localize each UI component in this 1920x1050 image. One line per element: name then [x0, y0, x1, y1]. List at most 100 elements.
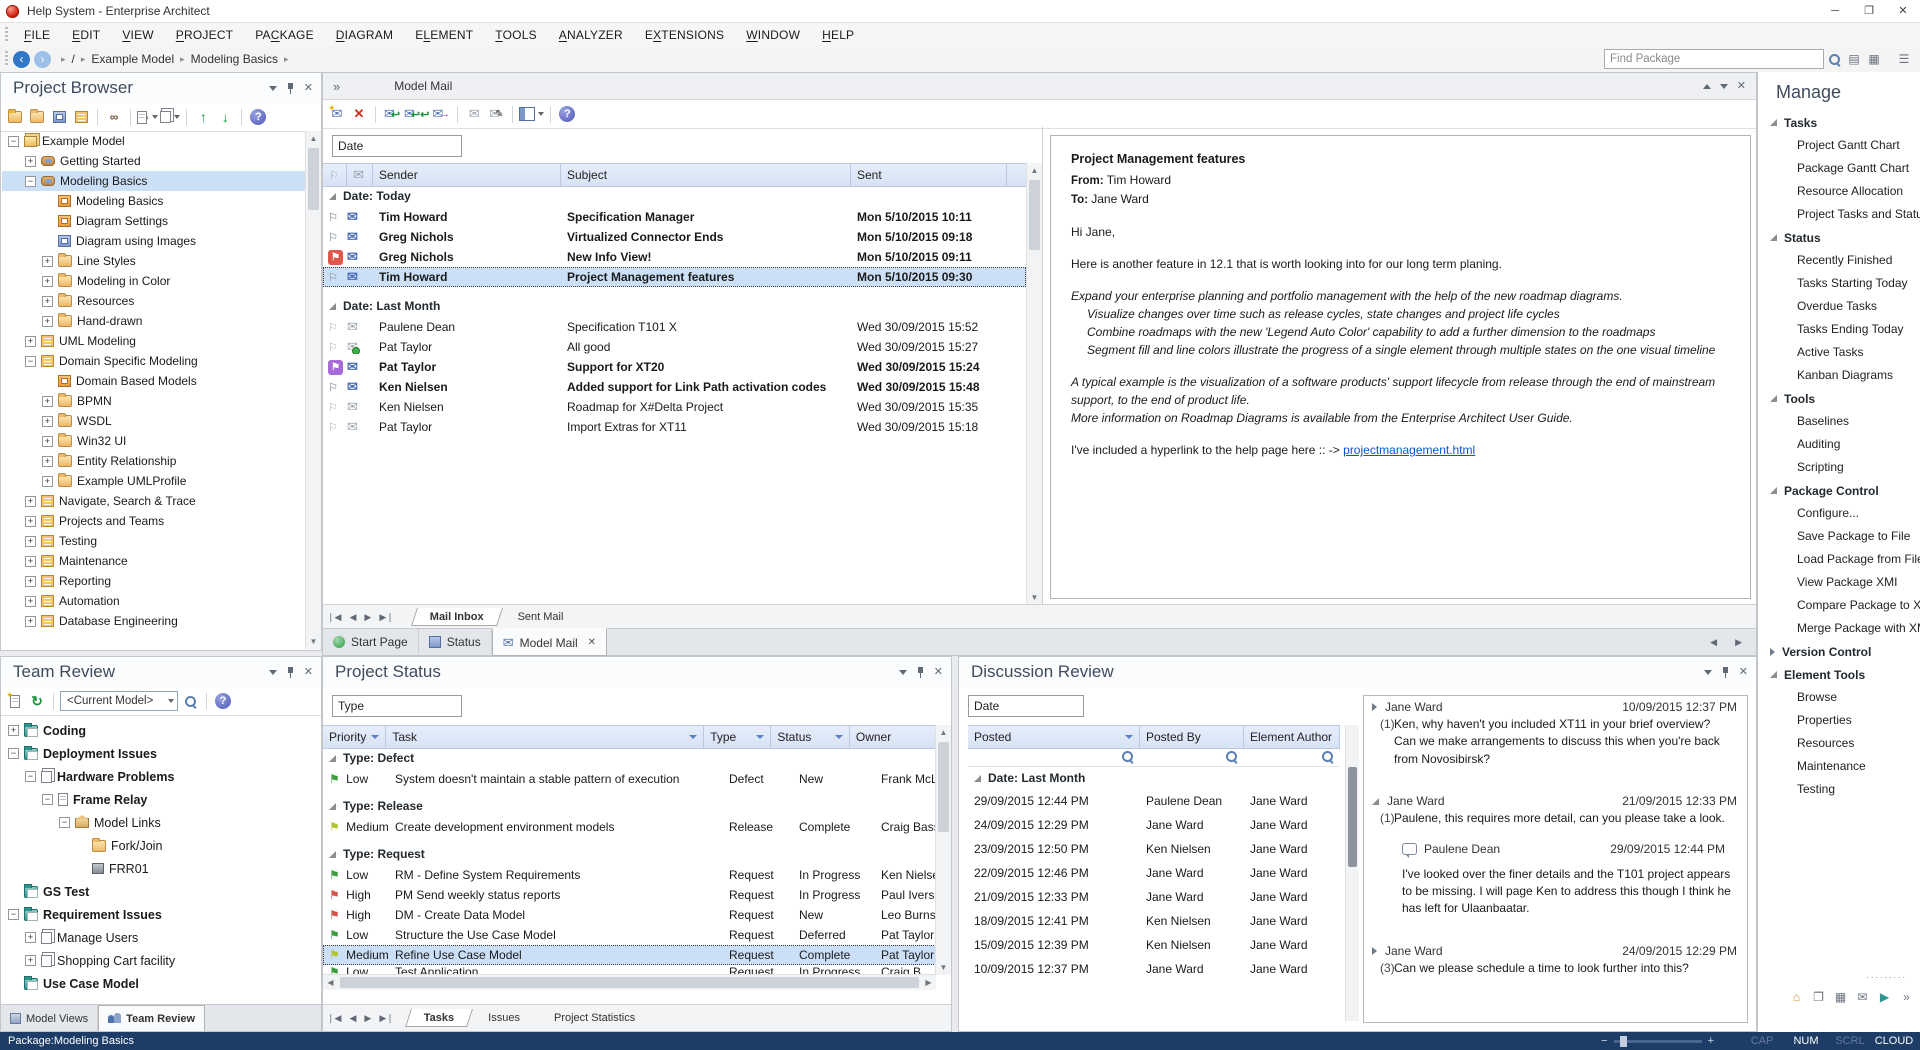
- subject-column-header[interactable]: Subject: [561, 164, 851, 186]
- tree-expander-icon[interactable]: +: [25, 576, 36, 587]
- manage-section-tools[interactable]: Tools: [1758, 387, 1920, 410]
- manage-item-recently-finished[interactable]: Recently Finished: [1758, 249, 1920, 272]
- panel-menu-icon[interactable]: [1720, 84, 1728, 89]
- manage-item-project-tasks-and-status[interactable]: Project Tasks and Status: [1758, 203, 1920, 226]
- new-diagram-icon[interactable]: [49, 106, 69, 128]
- sender-column-header[interactable]: Sender: [373, 164, 561, 186]
- tree-item[interactable]: +Navigate, Search & Trace: [2, 491, 305, 511]
- flag-column-header[interactable]: ⚐: [323, 164, 347, 186]
- menu-edit[interactable]: EDIT: [61, 28, 111, 42]
- mail-row[interactable]: ⚐✉Pat TaylorImport Extras for XT11Wed 30…: [323, 417, 1026, 437]
- thread-post-header[interactable]: Jane Ward10/09/2015 12:37 PM: [1364, 696, 1747, 716]
- windows-icon[interactable]: ❐: [1810, 988, 1827, 1005]
- mail-list-scrollbar[interactable]: ▲ ▼: [1026, 163, 1042, 605]
- first-tab-icon[interactable]: ❘◀: [323, 1013, 345, 1024]
- tree-item[interactable]: −Example Model: [2, 131, 305, 151]
- collapse-tabs-icon[interactable]: »: [333, 79, 340, 94]
- new-element-icon[interactable]: [71, 106, 91, 128]
- manage-section-tasks[interactable]: Tasks: [1758, 111, 1920, 134]
- pin-icon[interactable]: [1721, 667, 1730, 678]
- status-group-header[interactable]: Type: Defect: [323, 747, 936, 769]
- menu-file[interactable]: FILE: [13, 28, 61, 42]
- home-icon[interactable]: ⌂: [1788, 988, 1805, 1005]
- column-header-task[interactable]: Task: [386, 726, 704, 748]
- menu-diagram[interactable]: DIAGRAM: [325, 28, 404, 42]
- next-page-icon[interactable]: ▶: [360, 612, 375, 623]
- menu-analyzer[interactable]: ANALYZER: [548, 28, 634, 42]
- window-list-icon[interactable]: ▤: [1844, 48, 1864, 70]
- last-tab-icon[interactable]: ▶❘: [375, 1013, 397, 1024]
- manage-item-view-package-xmi[interactable]: View Package XMI: [1758, 571, 1920, 594]
- discussion-row[interactable]: 18/09/2015 12:41 PMKen NielsenJane Ward: [968, 909, 1340, 933]
- tab-model-views[interactable]: Model Views: [1, 1006, 98, 1031]
- manage-item-project-gantt-chart[interactable]: Project Gantt Chart: [1758, 134, 1920, 157]
- mail-row[interactable]: ⚐✉Tim HowardProject Management featuresM…: [323, 267, 1026, 287]
- panel-menu-icon[interactable]: [269, 86, 277, 91]
- tree-item[interactable]: +Coding: [2, 719, 320, 742]
- tree-expander-icon[interactable]: +: [42, 276, 53, 287]
- column-header-posted-by[interactable]: Posted By: [1140, 726, 1244, 748]
- tree-item[interactable]: Domain Based Models: [2, 371, 305, 391]
- mail-filter-input[interactable]: [332, 135, 462, 157]
- discussion-row[interactable]: 10/09/2015 12:37 PMJane WardJane Ward: [968, 957, 1340, 981]
- toggle-num[interactable]: NUM: [1784, 1035, 1828, 1047]
- search-icon[interactable]: [1824, 48, 1844, 70]
- manage-item-testing[interactable]: Testing: [1758, 778, 1920, 801]
- column-header-priority[interactable]: Priority: [323, 726, 386, 748]
- expanded-icon[interactable]: [1372, 798, 1379, 805]
- tree-expander-icon[interactable]: +: [25, 955, 36, 966]
- discussion-scrollbar[interactable]: [1345, 725, 1359, 1021]
- tree-item[interactable]: Diagram using Images: [2, 231, 305, 251]
- menu-element[interactable]: ELEMENT: [404, 28, 484, 42]
- tree-item[interactable]: +Maintenance: [2, 551, 305, 571]
- help-icon[interactable]: [248, 106, 268, 128]
- menu-window[interactable]: WINDOW: [735, 28, 811, 42]
- tab-issues[interactable]: Issues: [472, 1009, 536, 1027]
- thread-post-header[interactable]: Jane Ward24/09/2015 12:29 PM: [1364, 940, 1747, 960]
- next-tab-icon[interactable]: ▶: [360, 1013, 375, 1024]
- column-header-posted[interactable]: Posted: [968, 726, 1140, 748]
- scroll-tabs-left-icon[interactable]: ◀: [1706, 637, 1721, 648]
- toggle-cloud[interactable]: CLOUD: [1872, 1035, 1916, 1047]
- discussion-row[interactable]: 23/09/2015 12:50 PMKen NielsenJane Ward: [968, 837, 1340, 861]
- discussion-row[interactable]: 24/09/2015 12:29 PMJane WardJane Ward: [968, 813, 1340, 837]
- delete-mail-icon[interactable]: ✕: [349, 103, 369, 125]
- manage-section-version-control[interactable]: Version Control: [1758, 640, 1920, 663]
- toggle-cap[interactable]: CAP: [1740, 1035, 1784, 1047]
- tree-item[interactable]: Fork/Join: [2, 834, 320, 857]
- move-up-icon[interactable]: ↑: [193, 106, 213, 128]
- manage-item-tasks-ending-today[interactable]: Tasks Ending Today: [1758, 318, 1920, 341]
- manage-item-compare-package-to-xmi[interactable]: Compare Package to XMI: [1758, 594, 1920, 617]
- tree-item[interactable]: +Hand-drawn: [2, 311, 305, 331]
- mail-flag-cell[interactable]: ⚐: [323, 270, 347, 284]
- tree-expander-icon[interactable]: +: [25, 556, 36, 567]
- mail-row[interactable]: ⚐✉Tim HowardSpecification ManagerMon 5/1…: [323, 207, 1026, 227]
- tree-expander-icon[interactable]: −: [42, 794, 53, 805]
- tree-expander-icon[interactable]: +: [8, 725, 19, 736]
- tree-item[interactable]: −Requirement Issues: [2, 903, 320, 926]
- pin-icon[interactable]: [286, 83, 295, 94]
- manage-item-scripting[interactable]: Scripting: [1758, 456, 1920, 479]
- mail-hyperlink[interactable]: projectmanagement.html: [1343, 443, 1475, 457]
- zoom-in-icon[interactable]: +: [1708, 1035, 1714, 1047]
- tree-expander-icon[interactable]: −: [8, 136, 19, 147]
- tree-expander-icon[interactable]: −: [59, 817, 70, 828]
- tree-expander-icon[interactable]: +: [42, 316, 53, 327]
- status-filter-input[interactable]: [332, 695, 462, 717]
- copy-icon[interactable]: [160, 106, 180, 128]
- pin-icon[interactable]: [916, 667, 925, 678]
- tree-item[interactable]: +WSDL: [2, 411, 305, 431]
- panel-menu-icon[interactable]: [1704, 670, 1712, 675]
- reply-all-icon[interactable]: ✉↩↩: [404, 103, 429, 125]
- tree-item[interactable]: −Model Links: [2, 811, 320, 834]
- help-icon[interactable]: [213, 690, 233, 712]
- manage-section-element-tools[interactable]: Element Tools: [1758, 663, 1920, 686]
- mail-flag-cell[interactable]: ⚐: [323, 420, 347, 434]
- mail-icon-column-header[interactable]: ✉: [347, 164, 373, 186]
- prev-page-icon[interactable]: ◀: [345, 612, 360, 623]
- forward-button[interactable]: ›: [34, 51, 51, 68]
- close-panel-icon[interactable]: ✕: [304, 667, 313, 678]
- manage-item-auditing[interactable]: Auditing: [1758, 433, 1920, 456]
- close-panel-icon[interactable]: ✕: [304, 83, 313, 94]
- column-header-owner[interactable]: Owner: [850, 726, 936, 748]
